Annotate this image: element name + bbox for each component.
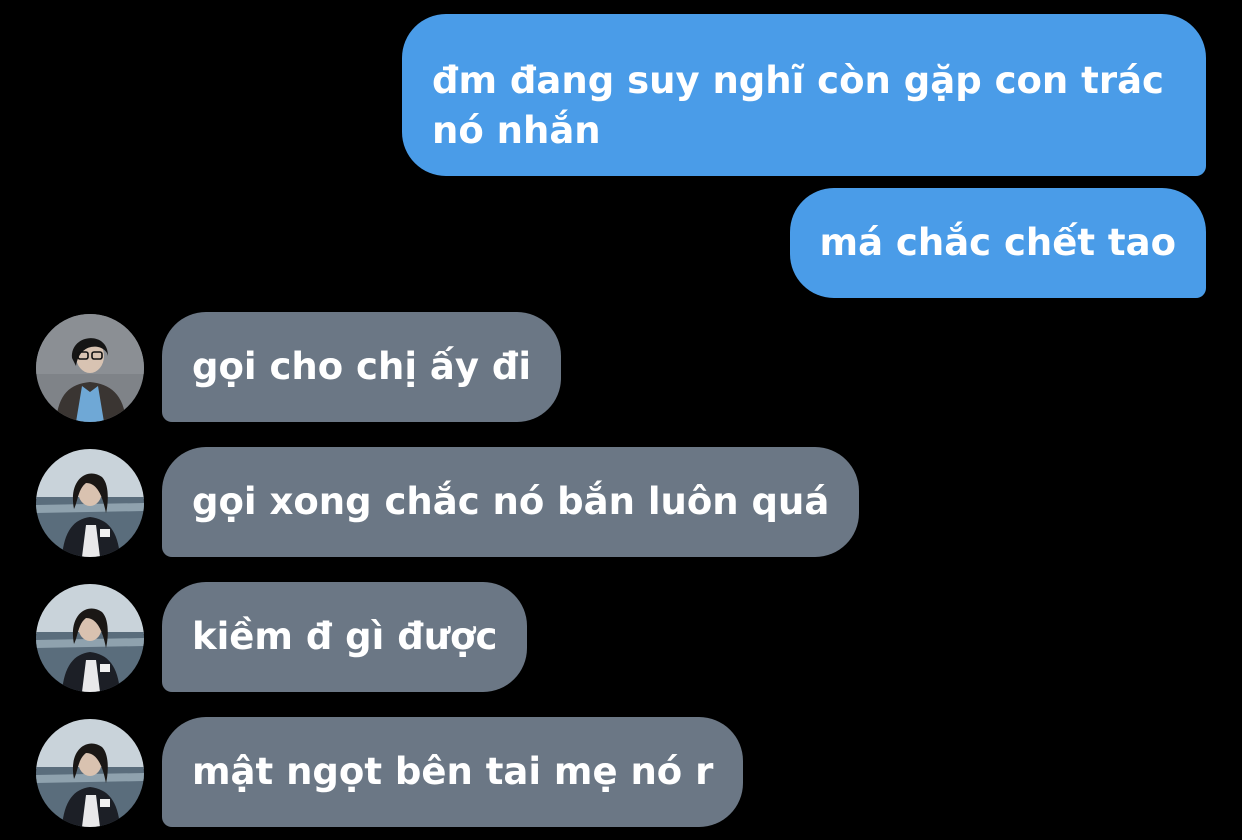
message-text-line: đm đang suy nghĩ còn gặp con trác: [432, 59, 1164, 102]
message-text: gọi cho chị ấy đi: [192, 345, 532, 388]
sent-message-bubble[interactable]: má chắc chết tao: [789, 188, 1206, 298]
contact-avatar-sea-icon[interactable]: [36, 584, 144, 692]
received-message-bubble[interactable]: gọi xong chắc nó bắn luôn quá: [162, 447, 860, 557]
received-message-bubble[interactable]: kiềm đ gì được: [162, 582, 528, 692]
sent-message-bubble[interactable]: đm đang suy nghĩ còn gặp con trác nó nhắ…: [402, 14, 1206, 176]
message-text-line: nó nhắn: [432, 109, 601, 152]
contact-avatar-blue-shirt-icon[interactable]: [36, 314, 144, 422]
received-message-bubble[interactable]: mật ngọt bên tai mẹ nó r: [162, 717, 744, 827]
message-text: gọi xong chắc nó bắn luôn quá: [192, 480, 830, 523]
message-text: má chắc chết tao: [819, 221, 1176, 264]
received-message-bubble[interactable]: gọi cho chị ấy đi: [162, 312, 562, 422]
contact-avatar-sea-icon[interactable]: [36, 719, 144, 827]
message-text: kiềm đ gì được: [192, 615, 498, 658]
message-text: mật ngọt bên tai mẹ nó r: [192, 750, 714, 793]
contact-avatar-sea-icon[interactable]: [36, 449, 144, 557]
